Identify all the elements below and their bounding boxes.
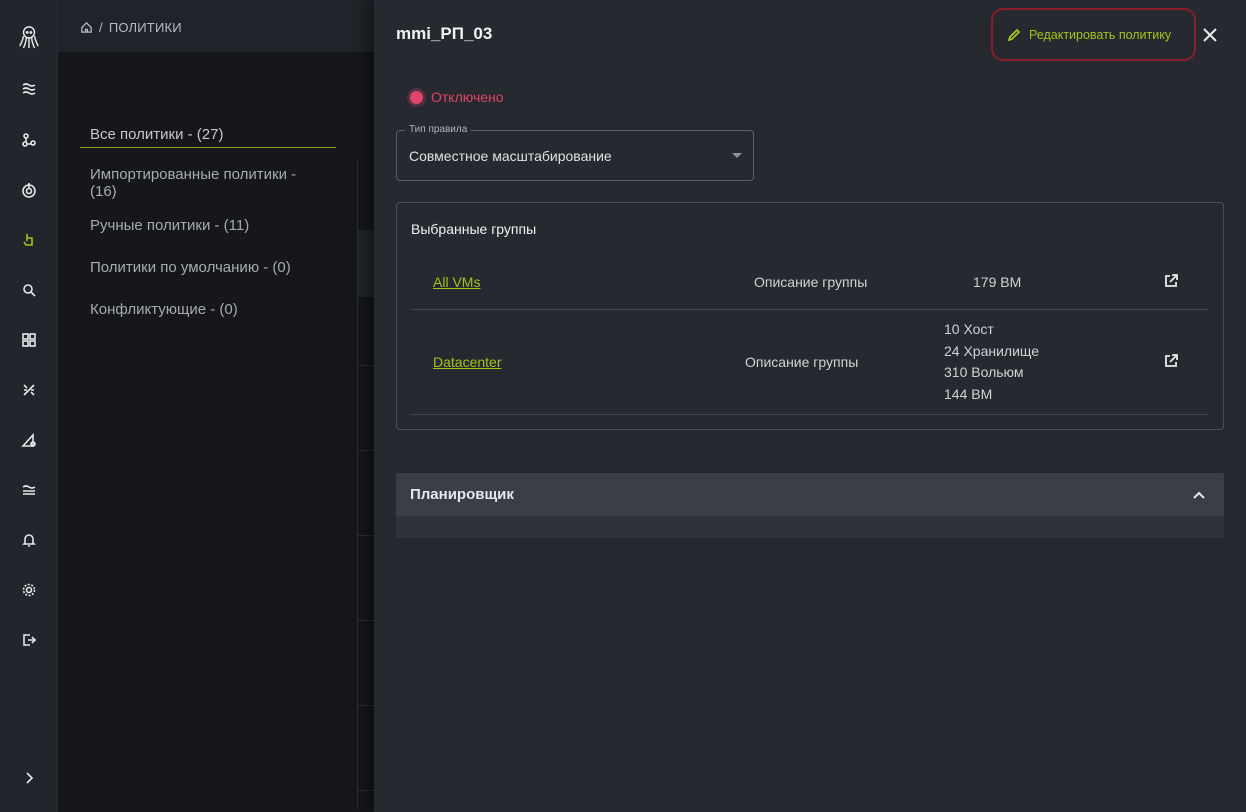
policy-drawer: mmi_РП_03 Редактировать политику Отключе… — [374, 0, 1246, 812]
nodes-icon[interactable] — [18, 129, 40, 151]
group-stats: 179 ВМ — [973, 272, 1021, 294]
pencil-icon — [1007, 28, 1021, 41]
rule-type-legend: Тип правила — [405, 124, 472, 135]
group-stat: 10 Хост — [944, 321, 994, 337]
group-stats: 10 Хост 24 Хранилище 310 Вольюм 144 ВМ — [944, 319, 1039, 405]
dropdown-caret-icon — [732, 153, 742, 158]
logo-icon[interactable] — [17, 24, 41, 50]
settings-icon[interactable] — [18, 579, 40, 601]
home-icon[interactable] — [80, 21, 93, 34]
hand-pointer-icon[interactable] — [18, 229, 40, 251]
close-icon — [1203, 28, 1217, 42]
category-imported[interactable]: Импортированные политики - (16) — [80, 162, 336, 204]
group-description: Описание группы — [754, 274, 868, 290]
breadcrumb-current: ПОЛИТИКИ — [108, 20, 182, 35]
chevron-up-icon — [1193, 491, 1205, 499]
category-manual[interactable]: Ручные политики - (11) — [80, 204, 336, 246]
group-link-datacenter[interactable]: Datacenter — [433, 354, 501, 370]
external-link-icon — [1165, 354, 1178, 367]
policy-title: mmi_РП_03 — [396, 24, 493, 43]
category-all[interactable]: Все политики - (27) — [80, 120, 336, 148]
status-indicator: Отключено — [410, 89, 504, 105]
group-row: Datacenter Описание группы 10 Хост 24 Хр… — [411, 310, 1209, 415]
ruler-gear-icon[interactable] — [18, 429, 40, 451]
expand-chevron-icon[interactable] — [18, 767, 40, 789]
scheduler-accordion[interactable]: Планировщик — [396, 473, 1224, 516]
breadcrumb: / ПОЛИТИКИ — [80, 20, 182, 35]
layers-icon[interactable] — [18, 479, 40, 501]
edit-policy-button[interactable]: Редактировать политику — [991, 8, 1196, 61]
group-stat: 179 ВМ — [973, 274, 1022, 290]
selected-groups-heading: Выбранные группы — [411, 221, 537, 237]
edit-policy-label: Редактировать политику — [1029, 27, 1172, 42]
close-button[interactable] — [1200, 25, 1222, 47]
status-label: Отключено — [431, 89, 504, 105]
app-root: / ПОЛИТИКИ Все политики - (27) Импортиро… — [0, 0, 1246, 812]
status-dot-icon — [410, 90, 423, 104]
scheduler-label: Планировщик — [410, 486, 514, 503]
rule-type-select[interactable]: Тип правила Совместное масштабирование — [396, 124, 754, 181]
group-stat: 310 Вольюм — [944, 364, 1024, 380]
open-group-button[interactable] — [1163, 353, 1181, 371]
scheduler-body — [396, 516, 1224, 538]
open-group-button[interactable] — [1163, 273, 1181, 291]
selected-groups-panel: Выбранные группы All VMs Описание группы… — [396, 202, 1224, 430]
breadcrumb-separator: / — [99, 20, 103, 35]
group-stat: 144 ВМ — [944, 385, 993, 402]
rule-type-value: Совместное масштабирование — [409, 148, 612, 164]
logout-icon[interactable] — [18, 629, 40, 651]
target-icon[interactable] — [18, 179, 40, 201]
policy-categories: Все политики - (27) Импортированные поли… — [80, 120, 336, 330]
group-row: All VMs Описание группы 179 ВМ — [411, 259, 1209, 310]
dashboard-icon[interactable] — [18, 329, 40, 351]
group-link-all-vms[interactable]: All VMs — [433, 274, 480, 290]
waves-icon[interactable] — [18, 78, 40, 100]
search-icon[interactable] — [18, 279, 40, 301]
group-stat: 24 Хранилище — [944, 342, 1040, 359]
bell-icon[interactable] — [18, 529, 40, 551]
group-description: Описание группы — [745, 354, 859, 370]
category-conflicting[interactable]: Конфликтующие - (0) — [80, 288, 336, 330]
external-link-icon — [1165, 274, 1178, 287]
nav-rail — [0, 0, 58, 812]
scatter-icon[interactable] — [18, 379, 40, 401]
category-default[interactable]: Политики по умолчанию - (0) — [80, 246, 336, 288]
